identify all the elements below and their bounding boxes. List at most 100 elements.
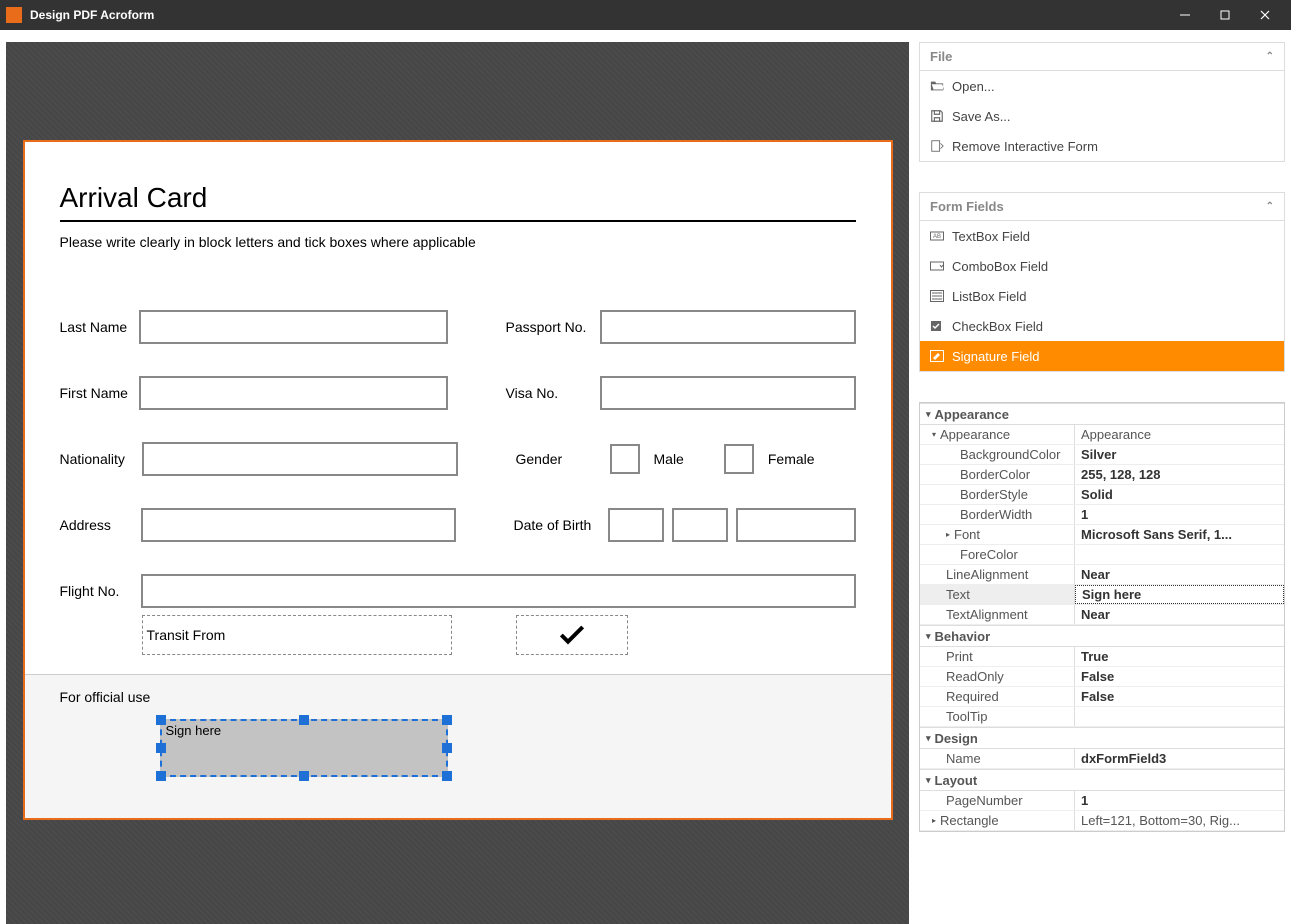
- panel-header-fields[interactable]: Form Fields ⌃: [920, 193, 1284, 221]
- maximize-icon: [1220, 10, 1230, 20]
- field-first-name[interactable]: [139, 376, 447, 410]
- field-tool-listbox[interactable]: ListBox Field: [920, 281, 1284, 311]
- prop-key-bgcolor[interactable]: BackgroundColor: [920, 445, 1075, 464]
- prop-key-text[interactable]: Text: [920, 585, 1075, 604]
- field-tool-checkbox[interactable]: CheckBox Field: [920, 311, 1284, 341]
- field-transit-from[interactable]: Transit From: [142, 615, 452, 655]
- prop-val-print[interactable]: True: [1075, 647, 1284, 666]
- field-visa-no[interactable]: [600, 376, 856, 410]
- field-passport-no[interactable]: [600, 310, 856, 344]
- maximize-button[interactable]: [1205, 0, 1245, 30]
- prop-val-linealign[interactable]: Near: [1075, 565, 1284, 584]
- selected-signature-field[interactable]: Sign here: [160, 719, 448, 777]
- label-female: Female: [768, 451, 815, 467]
- prop-val-rectangle[interactable]: Left=121, Bottom=30, Rig...: [1075, 811, 1284, 830]
- prop-key-bordercolor[interactable]: BorderColor: [920, 465, 1075, 484]
- field-tool-combobox[interactable]: ComboBox Field: [920, 251, 1284, 281]
- label-male: Male: [654, 451, 684, 467]
- close-button[interactable]: [1245, 0, 1285, 30]
- prop-val-tooltip[interactable]: [1075, 707, 1284, 726]
- prop-key-forecolor[interactable]: ForeColor: [920, 545, 1075, 564]
- transit-label: Transit From: [147, 627, 226, 643]
- field-tool-textbox[interactable]: AB TextBox Field: [920, 221, 1284, 251]
- prop-val-readonly[interactable]: False: [1075, 667, 1284, 686]
- resize-handle-br[interactable]: [442, 771, 452, 781]
- close-icon: [1260, 10, 1270, 20]
- prop-key-borderwidth[interactable]: BorderWidth: [920, 505, 1075, 524]
- checkbox-male[interactable]: [610, 444, 640, 474]
- minimize-button[interactable]: [1165, 0, 1205, 30]
- prop-val-borderwidth[interactable]: 1: [1075, 505, 1284, 524]
- prop-key-textalign[interactable]: TextAlignment: [920, 605, 1075, 624]
- prop-val-bordercolor[interactable]: 255, 128, 128: [1075, 465, 1284, 484]
- prop-key-print[interactable]: Print: [920, 647, 1075, 666]
- menu-remove-form-label: Remove Interactive Form: [952, 139, 1098, 154]
- field-tool-textbox-label: TextBox Field: [952, 229, 1030, 244]
- resize-handle-tm[interactable]: [299, 715, 309, 725]
- prop-key-borderstyle[interactable]: BorderStyle: [920, 485, 1075, 504]
- prop-section-layout[interactable]: Layout: [920, 769, 1284, 791]
- sidebar: File ⌃ Open... Save As... Remove Intera: [915, 30, 1291, 924]
- prop-key-rectangle[interactable]: Rectangle: [920, 811, 1075, 830]
- property-grid[interactable]: Appearance AppearanceAppearance Backgrou…: [919, 402, 1285, 832]
- checkbox-female[interactable]: [724, 444, 754, 474]
- field-checkbox[interactable]: [516, 615, 628, 655]
- textbox-icon: AB: [930, 229, 944, 243]
- menu-open[interactable]: Open...: [920, 71, 1284, 101]
- prop-key-font[interactable]: Font: [920, 525, 1075, 544]
- official-use-area: For official use Sign here: [25, 674, 891, 818]
- label-address: Address: [60, 517, 142, 533]
- label-official: For official use: [60, 689, 856, 705]
- prop-key-name[interactable]: Name: [920, 749, 1075, 768]
- prop-val-borderstyle[interactable]: Solid: [1075, 485, 1284, 504]
- prop-section-appearance[interactable]: Appearance: [920, 403, 1284, 425]
- resize-handle-tl[interactable]: [156, 715, 166, 725]
- prop-val-bgcolor[interactable]: Silver: [1075, 445, 1284, 464]
- signature-placeholder: Sign here: [166, 723, 222, 738]
- prop-section-behavior[interactable]: Behavior: [920, 625, 1284, 647]
- field-dob-day[interactable]: [608, 508, 664, 542]
- design-canvas[interactable]: Arrival Card Please write clearly in blo…: [0, 30, 915, 924]
- panel-header-fields-label: Form Fields: [930, 199, 1004, 214]
- field-dob-month[interactable]: [672, 508, 728, 542]
- prop-key-appearance[interactable]: Appearance: [920, 425, 1075, 444]
- prop-val-pagenumber[interactable]: 1: [1075, 791, 1284, 810]
- prop-val-forecolor[interactable]: [1075, 545, 1284, 564]
- field-flight-no[interactable]: [141, 574, 856, 608]
- combobox-icon: [930, 259, 944, 273]
- prop-val-name[interactable]: dxFormField3: [1075, 749, 1284, 768]
- prop-section-design[interactable]: Design: [920, 727, 1284, 749]
- prop-val-appearance[interactable]: Appearance: [1075, 425, 1284, 444]
- label-gender: Gender: [516, 451, 610, 467]
- pdf-page[interactable]: Arrival Card Please write clearly in blo…: [23, 140, 893, 820]
- field-nationality[interactable]: [142, 442, 458, 476]
- panel-header-file[interactable]: File ⌃: [920, 43, 1284, 71]
- prop-key-readonly[interactable]: ReadOnly: [920, 667, 1075, 686]
- resize-handle-tr[interactable]: [442, 715, 452, 725]
- field-tool-signature[interactable]: Signature Field: [920, 341, 1284, 371]
- prop-key-required[interactable]: Required: [920, 687, 1075, 706]
- page-title: Arrival Card: [60, 182, 856, 214]
- resize-handle-mr[interactable]: [442, 743, 452, 753]
- listbox-icon: [930, 289, 944, 303]
- label-passport-no: Passport No.: [506, 319, 600, 335]
- field-last-name[interactable]: [139, 310, 447, 344]
- prop-key-pagenumber[interactable]: PageNumber: [920, 791, 1075, 810]
- svg-text:AB: AB: [933, 234, 941, 240]
- label-first-name: First Name: [60, 385, 140, 401]
- prop-val-text[interactable]: Sign here: [1075, 585, 1284, 604]
- field-dob-year[interactable]: [736, 508, 856, 542]
- panel-file: File ⌃ Open... Save As... Remove Intera: [919, 42, 1285, 162]
- prop-val-font[interactable]: Microsoft Sans Serif, 1...: [1075, 525, 1284, 544]
- prop-val-required[interactable]: False: [1075, 687, 1284, 706]
- prop-key-linealign[interactable]: LineAlignment: [920, 565, 1075, 584]
- resize-handle-bm[interactable]: [299, 771, 309, 781]
- menu-remove-form[interactable]: Remove Interactive Form: [920, 131, 1284, 161]
- field-address[interactable]: [141, 508, 455, 542]
- menu-save-as[interactable]: Save As...: [920, 101, 1284, 131]
- label-last-name: Last Name: [60, 319, 140, 335]
- prop-key-tooltip[interactable]: ToolTip: [920, 707, 1075, 726]
- prop-val-textalign[interactable]: Near: [1075, 605, 1284, 624]
- resize-handle-bl[interactable]: [156, 771, 166, 781]
- resize-handle-ml[interactable]: [156, 743, 166, 753]
